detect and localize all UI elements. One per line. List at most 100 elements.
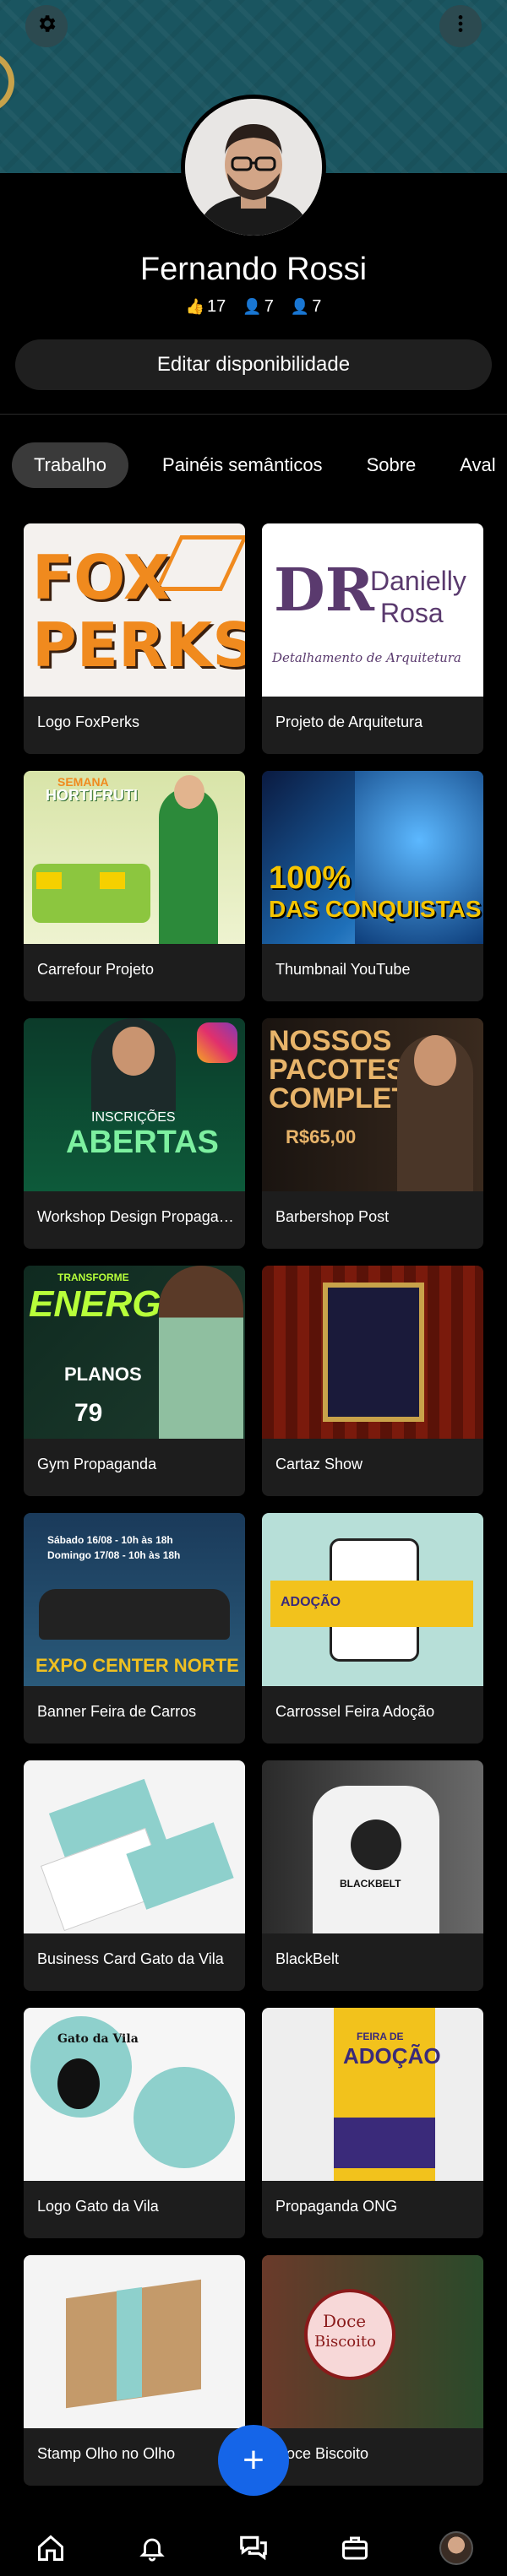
following-stat[interactable]: 👤 7 <box>291 297 322 317</box>
plus-icon: + <box>243 2439 264 2481</box>
project-title: Thumbnail YouTube <box>275 961 411 978</box>
thumb-text: Sábado 16/08 - 10h às 18h <box>47 1534 173 1546</box>
project-title: Gym Propaganda <box>37 1456 157 1472</box>
project-title: Projeto de Arquitetura <box>275 713 423 730</box>
project-thumbnail: FOX PERKS <box>24 523 245 697</box>
project-thumbnail: SEMANA HORTIFRUTI <box>24 771 245 944</box>
project-card[interactable]: Sábado 16/08 - 10h às 18h Domingo 17/08 … <box>24 1513 245 1744</box>
thumb-text: 79 <box>74 1399 103 1427</box>
likes-count: 17 <box>207 297 226 316</box>
thumb-text: INSCRIÇÕES <box>91 1110 176 1125</box>
poster <box>328 1288 419 1417</box>
followers-count: 7 <box>264 297 274 316</box>
edit-availability-button[interactable]: Editar disponibilidade <box>15 339 492 390</box>
followers-stat[interactable]: 👤 7 <box>243 297 274 317</box>
sticker <box>134 2067 235 2168</box>
tab-sobre[interactable]: Sobre <box>357 454 427 476</box>
thumb-text: Domingo 17/08 - 10h às 18h <box>47 1549 181 1561</box>
project-card[interactable]: Stamp Olho no Olho <box>24 2255 245 2486</box>
divider <box>0 414 507 415</box>
person-figure <box>159 788 218 944</box>
projects-grid: FOX PERKS Logo FoxPerks DR Danielly Rosa… <box>24 523 483 2486</box>
likes-stat[interactable]: 👍 17 <box>186 297 226 317</box>
followers-icon: 👤 <box>243 298 262 315</box>
cat-silhouette <box>57 2058 100 2109</box>
project-card[interactable]: Doce Biscoito Doce Biscoito <box>262 2255 483 2486</box>
person-head <box>414 1035 456 1086</box>
thumb-text: Danielly <box>370 566 466 596</box>
project-card[interactable]: FOX PERKS Logo FoxPerks <box>24 523 245 754</box>
thumb-text: ADOÇÃO <box>343 2043 441 2069</box>
project-title: Carrefour Projeto <box>37 961 155 978</box>
thumb-text: Biscoito <box>314 2333 376 2351</box>
project-card[interactable]: FEIRA DE ADOÇÃO Propaganda ONG <box>262 2008 483 2238</box>
project-title: Cartaz Show <box>275 1456 363 1472</box>
profile-tabs: Trabalho Painéis semânticos Sobre Aval <box>12 442 506 489</box>
project-thumbnail: Sábado 16/08 - 10h às 18h Domingo 17/08 … <box>24 1513 245 1686</box>
project-card[interactable]: TRANSFORME ENERGIA PLANOS 79 Gym Propaga… <box>24 1266 245 1496</box>
more-options-button[interactable] <box>439 5 482 47</box>
settings-button[interactable] <box>25 5 68 47</box>
project-thumbnail: 100% DAS CONQUISTAS <box>262 771 483 944</box>
project-title: Propaganda ONG <box>275 2198 398 2215</box>
project-title: Carrossel Feira Adoção <box>275 1703 435 1720</box>
project-card[interactable]: NOSSOS PACOTES COMPLETOS R$65,00 Barbers… <box>262 1018 483 1249</box>
profile-avatar-small <box>439 2531 473 2565</box>
project-title: Stamp Olho no Olho <box>37 2445 176 2462</box>
skull-graphic <box>351 1819 401 1870</box>
thumb-text: HORTIFRUTI <box>46 787 138 804</box>
thumb-text: TRANSFORME <box>57 1272 129 1283</box>
project-card[interactable]: 100% DAS CONQUISTAS Thumbnail YouTube <box>262 771 483 1001</box>
poster-frame <box>323 1283 424 1422</box>
home-icon <box>38 2535 63 2561</box>
project-title: Business Card Gato da Vila <box>37 1950 224 1967</box>
project-thumbnail: Gato da Vila <box>24 2008 245 2181</box>
project-thumbnail: TRANSFORME ENERGIA PLANOS 79 <box>24 1266 245 1439</box>
thumbs-up-icon: 👍 <box>185 298 205 315</box>
nav-home[interactable] <box>30 2527 72 2569</box>
nav-notifications[interactable] <box>131 2527 173 2569</box>
project-title: Doce Biscoito <box>275 2445 369 2462</box>
project-thumbnail <box>24 2255 245 2428</box>
profile-stats: 👍 17 👤 7 👤 7 <box>0 297 507 317</box>
thumb-text: ADOÇÃO <box>281 1595 341 1609</box>
project-thumbnail: INSCRIÇÕES ABERTAS <box>24 1018 245 1191</box>
price-tag <box>100 872 125 889</box>
price-tag <box>36 872 62 889</box>
project-title: Workshop Design Propaganda <box>37 1208 237 1225</box>
project-card[interactable]: BLACKBELT BlackBelt <box>262 1760 483 1991</box>
project-card[interactable]: DR Danielly Rosa Detalhamento de Arquite… <box>262 523 483 754</box>
thumb-text: Gato da Vila <box>57 2032 139 2046</box>
project-card[interactable]: SEMANA HORTIFRUTI Carrefour Projeto <box>24 771 245 1001</box>
nav-messages[interactable] <box>232 2527 275 2569</box>
tab-paineis-semanticos[interactable]: Painéis semânticos <box>152 454 333 476</box>
project-thumbnail: ADOÇÃO <box>262 1513 483 1686</box>
thumb-text: PERKS <box>32 610 245 681</box>
thumb-text: DAS CONQUISTAS <box>269 896 482 922</box>
tab-avaliacoes[interactable]: Aval <box>450 454 505 476</box>
thumb-text: NOSSOS <box>269 1025 392 1057</box>
project-card[interactable]: Cartaz Show <box>262 1266 483 1496</box>
project-card[interactable]: Gato da Vila Logo Gato da Vila <box>24 2008 245 2238</box>
project-title: Logo FoxPerks <box>37 713 140 730</box>
bell-icon <box>139 2538 165 2562</box>
thumb-text: Detalhamento de Arquitetura <box>272 650 461 665</box>
nav-profile[interactable] <box>435 2527 477 2569</box>
project-thumbnail: Doce Biscoito <box>262 2255 483 2428</box>
thumb-text: FEIRA DE <box>357 2031 404 2042</box>
project-card[interactable]: INSCRIÇÕES ABERTAS Workshop Design Propa… <box>24 1018 245 1249</box>
profile-avatar[interactable] <box>181 95 326 240</box>
bottom-navigation <box>0 2520 507 2576</box>
add-project-button[interactable]: + <box>218 2425 289 2496</box>
project-thumbnail: NOSSOS PACOTES COMPLETOS R$65,00 <box>262 1018 483 1191</box>
thumb-text: Doce <box>323 2311 367 2331</box>
chat-icon <box>240 2535 267 2561</box>
project-card[interactable]: ADOÇÃO Carrossel Feira Adoção <box>262 1513 483 1744</box>
tape <box>117 2286 142 2401</box>
tab-trabalho[interactable]: Trabalho <box>12 442 129 488</box>
nav-jobs[interactable] <box>334 2527 376 2569</box>
poster-band <box>334 2118 435 2168</box>
project-card[interactable]: Business Card Gato da Vila <box>24 1760 245 1991</box>
briefcase-icon <box>342 2536 368 2560</box>
thumb-text: FOX <box>32 542 171 613</box>
